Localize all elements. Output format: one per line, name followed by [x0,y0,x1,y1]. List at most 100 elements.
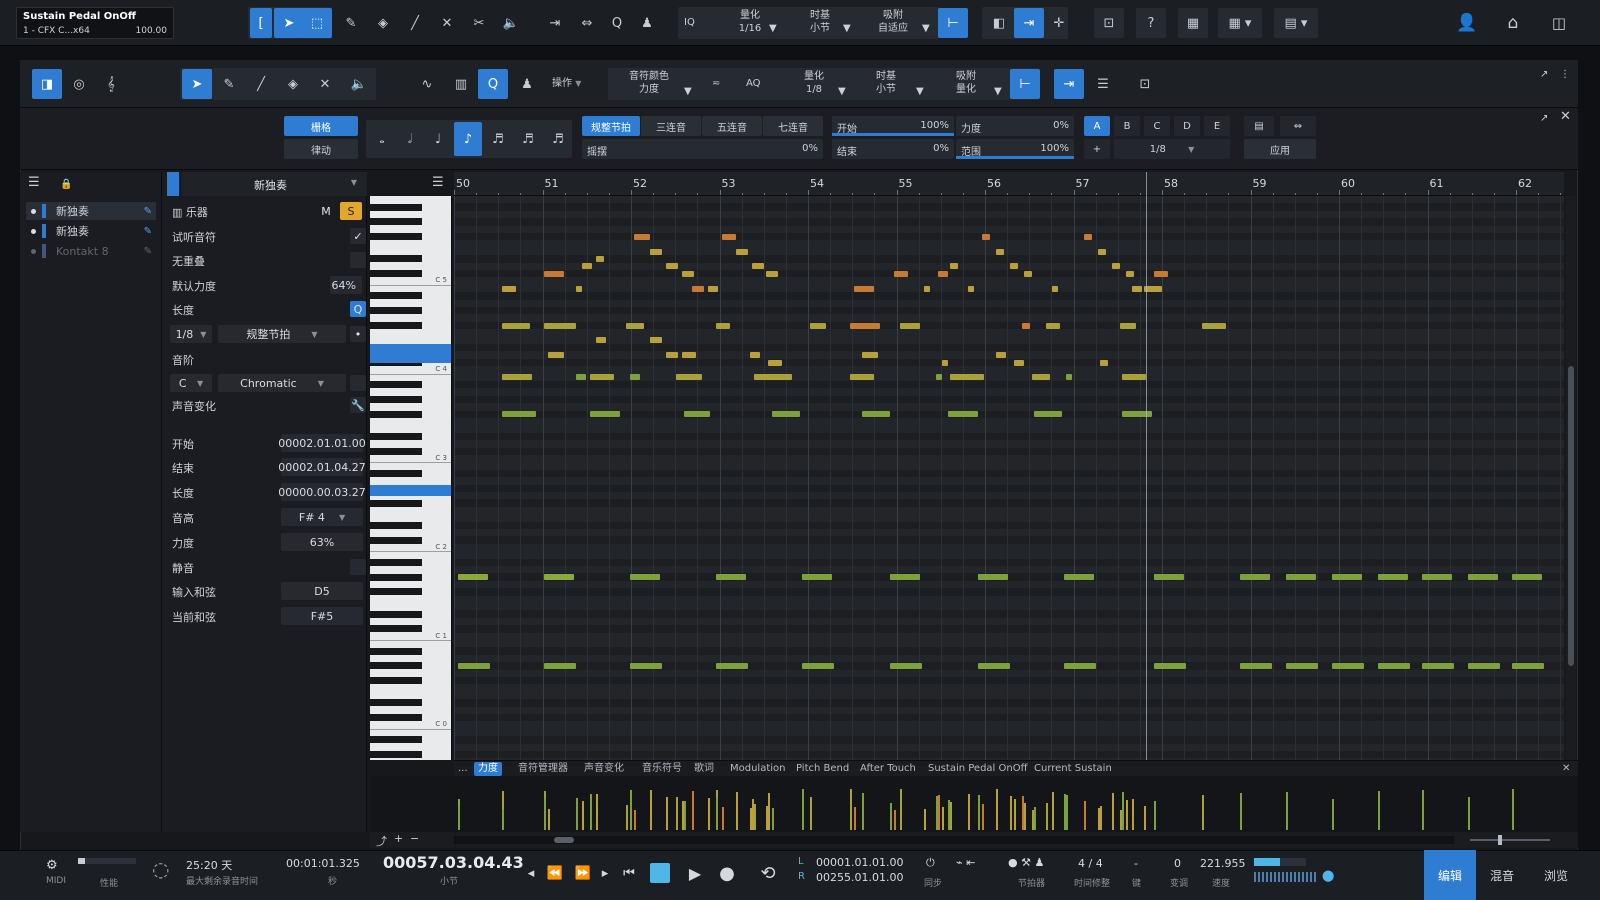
sixteenth-note-button[interactable]: ♬ [484,124,512,154]
editor-pencil-tool[interactable]: ✎ [214,69,244,99]
editor-listen-tool[interactable]: 🔈 [344,69,374,99]
stretch-tool-button[interactable]: ⇔ [572,8,602,38]
editor-quantize-select[interactable]: 量化 1/8 [794,70,834,96]
track-info-panel[interactable]: Sustain Pedal OnOff 1 - CFX C...x64 100.… [16,7,174,39]
vertical-scrollbar[interactable] [1566,196,1576,760]
quantize-button[interactable]: Q [602,8,632,38]
midi-note[interactable] [666,263,678,270]
add-preset-button[interactable]: + [1084,139,1110,159]
quantize-select[interactable]: 量化 1/16 [730,9,770,35]
preset-list-button[interactable]: ▤ [1244,116,1274,136]
remove-lane-icon[interactable]: − [410,832,419,845]
midi-note[interactable] [582,263,592,270]
midi-note[interactable] [978,662,1010,669]
end-field[interactable]: 00002.01.04.27 [278,458,366,476]
black-key[interactable] [370,558,422,566]
lane-tab[interactable]: Pitch Bend [792,762,853,776]
velocity-bar[interactable] [1240,800,1242,830]
midi-note[interactable] [1112,263,1120,270]
curve-icon[interactable]: ⤴ [376,833,387,849]
metronome-icons[interactable]: ● ⚒ ♟ [1008,856,1044,869]
next-marker-button[interactable]: ▸ [594,862,616,884]
snap-select[interactable]: 吸附 自适应 [868,9,918,35]
lane-tab[interactable]: 歌词 [690,762,718,776]
velocity-bar[interactable] [1122,792,1124,830]
midi-note[interactable] [1024,270,1032,277]
loop-button[interactable]: ⟲ [752,862,784,884]
lane-tab[interactable]: Current Sustain [1030,762,1116,776]
preset-slot-d[interactable]: D [1174,116,1200,136]
velocity-bar[interactable] [850,789,852,830]
velocity-bar[interactable] [1112,793,1114,830]
midi-note[interactable] [1332,574,1362,581]
midi-note[interactable] [666,352,678,359]
midi-note[interactable] [810,322,826,329]
midi-note[interactable] [1100,359,1108,366]
midi-note[interactable] [630,374,640,381]
filter-icon[interactable]: ≂ [712,77,720,90]
expand-icon[interactable]: ↗ [1540,68,1548,81]
velocity-bar[interactable] [1512,796,1514,830]
black-key[interactable] [370,447,422,455]
editor-lanes-button[interactable]: ☰ [1088,69,1118,99]
black-key[interactable] [370,662,422,670]
editor-zoom-button[interactable]: ⊡ [1130,69,1160,99]
select-box-button[interactable]: ⬚ [302,8,332,38]
audition-checkbox[interactable]: ✓ [350,228,366,244]
sixtyfourth-note-button[interactable]: ♬ [544,124,572,154]
preset-slot-c[interactable]: C [1144,116,1170,136]
midi-note[interactable] [750,352,760,359]
midi-note[interactable] [682,270,694,277]
velocity-bar[interactable] [548,809,550,830]
velocity-lane[interactable] [370,776,1578,832]
midi-note[interactable] [1014,359,1024,366]
key-display[interactable]: - [1134,857,1138,870]
more-lanes-button[interactable]: ... [454,762,472,776]
black-key[interactable] [370,255,422,263]
velocity-bar[interactable] [900,789,902,830]
velocity-bar[interactable] [1202,795,1204,830]
lane-tab[interactable]: 声音变化 [580,762,628,776]
black-key[interactable] [370,499,422,507]
midi-note[interactable] [596,255,604,262]
midi-note[interactable] [1032,374,1050,381]
midi-note[interactable] [862,352,878,359]
midi-note[interactable] [1468,662,1500,669]
editor-arrow-tool[interactable]: ➤ [182,69,212,99]
velocity-bar[interactable] [924,809,926,830]
midi-note[interactable] [982,233,990,240]
velocity-bar[interactable] [1332,806,1334,830]
menu-icon[interactable]: ☰ [28,176,40,189]
midi-note[interactable] [1034,411,1062,418]
horizontal-scrollbar[interactable] [454,836,1454,844]
bend-tool-button[interactable]: ⇥ [540,8,570,38]
range-slider[interactable]: 范围 100% [956,139,1074,159]
black-key[interactable] [370,699,422,707]
velocity-bar[interactable] [1144,806,1146,830]
signature-display[interactable]: 4 / 4 [1078,857,1103,870]
precount-icon[interactable]: ⌁ ⇤ [956,856,975,869]
sync-icon[interactable]: ⏻ [926,856,935,870]
velocity-bar[interactable] [666,797,668,830]
velocity-bar[interactable] [1022,796,1024,830]
velocity-bar[interactable] [582,801,584,830]
aq-button[interactable]: AQ [746,77,761,90]
play-button[interactable]: ▶ [684,862,706,884]
velocity-bar[interactable] [938,795,940,830]
midi-note[interactable] [1154,270,1168,277]
midi-note[interactable] [502,411,536,418]
home-button[interactable]: ⌂ [1498,8,1528,38]
velocity-bar[interactable] [894,810,896,830]
black-key[interactable] [370,610,422,618]
velocity-bar[interactable] [1066,795,1068,830]
midi-note[interactable] [544,270,564,277]
position-display[interactable]: 00057.03.04.43 [383,853,524,872]
midi-note[interactable] [1084,233,1092,240]
midi-note[interactable] [1468,574,1498,581]
velocity-bar[interactable] [708,798,710,830]
midi-note[interactable] [766,270,778,277]
strength-slider[interactable]: 力度 0% [956,116,1074,136]
midi-note[interactable] [502,374,532,381]
seconds-display[interactable]: 00:01:01.325 [286,857,360,870]
velocity-bar[interactable] [544,798,546,830]
